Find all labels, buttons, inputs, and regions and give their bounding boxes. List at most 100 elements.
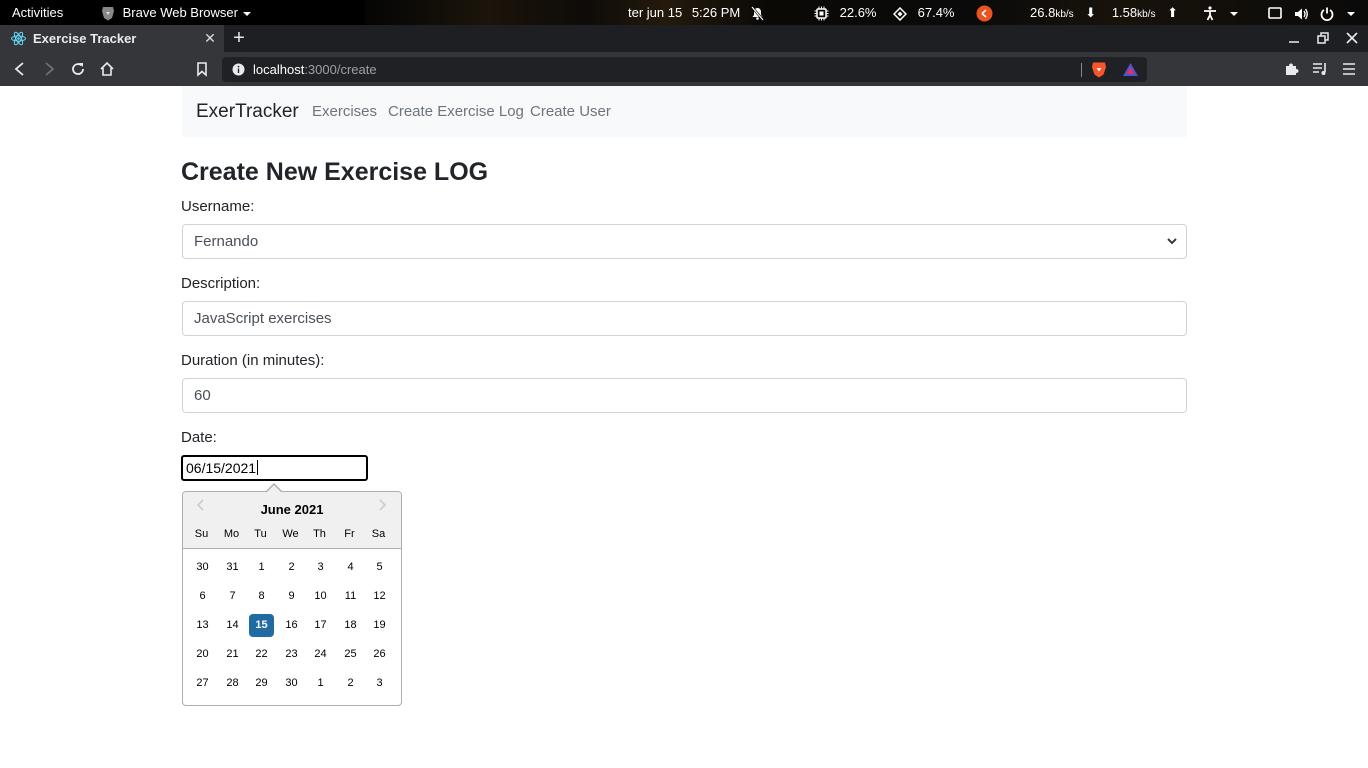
tab-title: Exercise Tracker xyxy=(33,31,137,46)
datepicker-day[interactable]: 17 xyxy=(308,614,333,637)
media-queue-icon[interactable] xyxy=(1312,61,1328,77)
page-content: ExerTracker Exercises Create Exercise Lo… xyxy=(0,86,1368,768)
site-info-icon[interactable] xyxy=(232,63,245,76)
url-text: localhost:3000/create xyxy=(253,57,377,82)
datepicker-day[interactable]: 2 xyxy=(279,556,304,579)
screen-icon[interactable] xyxy=(1268,0,1282,25)
datepicker-day[interactable]: 5 xyxy=(367,556,392,579)
url-host: localhost xyxy=(253,62,305,77)
clock[interactable]: ter jun 15 5:26 PM xyxy=(628,0,740,25)
brave-lion-icon xyxy=(102,7,114,21)
username-select[interactable]: Fernando xyxy=(182,224,1187,259)
nav-link-create-exercise-log[interactable]: Create Exercise Log xyxy=(388,103,524,120)
duration-input[interactable]: 60 xyxy=(182,378,1187,413)
notifications-muted-icon[interactable] xyxy=(750,0,765,25)
description-input[interactable]: JavaScript exercises xyxy=(182,301,1187,336)
minimize-window-icon[interactable] xyxy=(1286,30,1302,46)
brave-rewards-icon[interactable] xyxy=(1122,62,1139,77)
datepicker-popup: June 2021 Su Mo Tu We Th Fr Sa 30 31 1 2 3 4 5 6 7 8 9 10… xyxy=(182,483,402,706)
description-value: JavaScript exercises xyxy=(194,310,332,327)
volume-icon[interactable] xyxy=(1294,0,1309,25)
weekday-label: Th xyxy=(313,528,326,540)
datepicker-day[interactable]: 14 xyxy=(220,614,245,637)
datepicker-day[interactable]: 1 xyxy=(249,556,274,579)
restore-window-icon[interactable] xyxy=(1315,30,1331,46)
weekday-label: Fr xyxy=(344,528,355,540)
brave-shields-icon[interactable] xyxy=(1091,61,1107,78)
accessibility-menu[interactable] xyxy=(1203,0,1239,25)
datepicker-day[interactable]: 7 xyxy=(220,585,245,608)
duration-value: 60 xyxy=(194,387,211,404)
app-menu[interactable]: Brave Web Browser xyxy=(101,0,252,25)
datepicker-day[interactable]: 20 xyxy=(190,643,215,666)
address-bar[interactable]: localhost:3000/create xyxy=(222,57,1147,82)
datepicker-day[interactable]: 10 xyxy=(308,585,333,608)
datepicker-day[interactable]: 28 xyxy=(220,672,245,695)
datepicker-day[interactable]: 8 xyxy=(249,585,274,608)
ubuntu-indicator-icon[interactable] xyxy=(976,0,993,25)
weekday-label: Mo xyxy=(223,528,240,540)
weekday-label: Sa xyxy=(371,528,386,540)
datepicker-day-selected[interactable]: 15 xyxy=(249,614,274,637)
upload-speed: 1.58 xyxy=(1111,5,1138,20)
duration-label: Duration (in minutes): xyxy=(181,352,325,369)
datepicker-day[interactable]: 31 xyxy=(220,556,245,579)
forward-icon[interactable] xyxy=(41,61,57,77)
navbar-brand[interactable]: ExerTracker xyxy=(196,101,299,123)
tab-exercise-tracker[interactable]: Exercise Tracker ✕ xyxy=(0,25,224,52)
datepicker-day[interactable]: 25 xyxy=(338,643,363,666)
datepicker-day[interactable]: 13 xyxy=(190,614,215,637)
back-icon[interactable] xyxy=(12,61,28,77)
date-input[interactable]: 06/15/2021 xyxy=(181,455,368,481)
nav-link-exercises[interactable]: Exercises xyxy=(312,103,377,120)
network-speed-indicator[interactable]: 26.8kb/s ⬇ 1.58kb/s ⬆ xyxy=(1030,0,1178,25)
power-menu[interactable] xyxy=(1320,0,1356,25)
power-icon xyxy=(1320,7,1334,21)
accessibility-icon xyxy=(1204,6,1216,21)
caret-down-icon xyxy=(1346,11,1355,16)
clock-date: ter jun 15 xyxy=(628,5,683,20)
memory-indicator[interactable]: 67.4% xyxy=(893,0,955,25)
datepicker-day[interactable]: 4 xyxy=(338,556,363,579)
datepicker-day[interactable]: 3 xyxy=(308,556,333,579)
datepicker-day[interactable]: 1 xyxy=(308,672,333,695)
cpu-value: 22.6% xyxy=(839,5,877,20)
username-selected-value: Fernando xyxy=(194,233,259,250)
bookmark-icon[interactable] xyxy=(194,61,210,77)
upload-arrow-icon: ⬆ xyxy=(1167,5,1178,20)
datepicker-day[interactable]: 24 xyxy=(308,643,333,666)
datepicker-day[interactable]: 3 xyxy=(367,672,392,695)
nav-link-create-user[interactable]: Create User xyxy=(530,103,611,120)
datepicker-day[interactable]: 22 xyxy=(249,643,274,666)
reload-icon[interactable] xyxy=(70,61,86,77)
cpu-indicator[interactable]: 22.6% xyxy=(814,0,877,25)
datepicker-day[interactable]: 11 xyxy=(338,585,363,608)
datepicker-day[interactable]: 29 xyxy=(249,672,274,695)
new-tab-button[interactable]: + xyxy=(230,28,248,48)
datepicker-day[interactable]: 12 xyxy=(367,585,392,608)
datepicker-day[interactable]: 27 xyxy=(190,672,215,695)
close-tab-icon[interactable]: ✕ xyxy=(203,31,217,45)
datepicker-day[interactable]: 2 xyxy=(338,672,363,695)
datepicker-day[interactable]: 9 xyxy=(279,585,304,608)
extensions-icon[interactable] xyxy=(1283,61,1299,77)
datepicker-day[interactable]: 23 xyxy=(279,643,304,666)
close-window-icon[interactable] xyxy=(1344,30,1360,46)
datepicker-day[interactable]: 26 xyxy=(367,643,392,666)
datepicker-day[interactable]: 18 xyxy=(338,614,363,637)
datepicker-day[interactable]: 30 xyxy=(279,672,304,695)
caret-down-icon xyxy=(242,11,251,16)
download-unit: kb/s xyxy=(1055,9,1074,20)
datepicker-day[interactable]: 19 xyxy=(367,614,392,637)
datepicker-day[interactable]: 16 xyxy=(279,614,304,637)
datepicker-day[interactable]: 30 xyxy=(190,556,215,579)
text-cursor xyxy=(257,460,259,475)
clock-time: 5:26 PM xyxy=(691,5,741,20)
activities-button[interactable]: Activities xyxy=(12,0,63,25)
main-menu-icon[interactable] xyxy=(1341,61,1357,77)
home-icon[interactable] xyxy=(99,61,115,77)
datepicker-day[interactable]: 6 xyxy=(190,585,215,608)
next-month-icon[interactable] xyxy=(377,499,387,511)
datepicker-day[interactable]: 21 xyxy=(220,643,245,666)
datepicker-pointer-fill xyxy=(266,485,282,493)
